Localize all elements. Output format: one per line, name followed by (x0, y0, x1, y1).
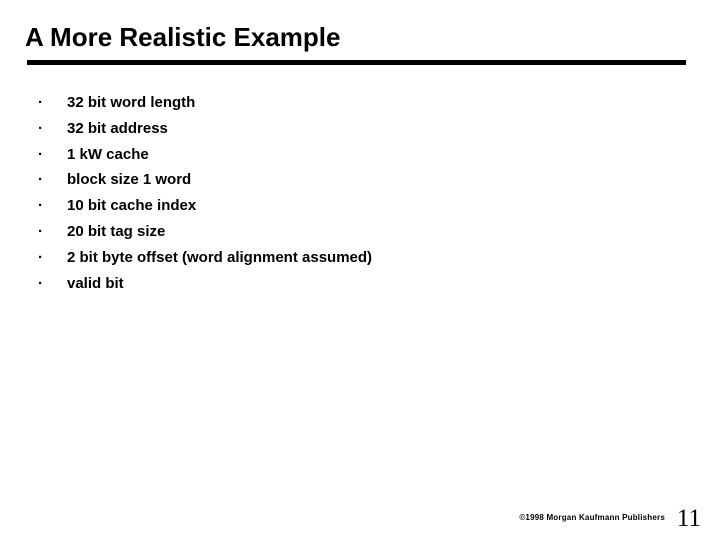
list-item: · valid bit (38, 274, 658, 300)
bullet-dot-icon: · (38, 222, 43, 240)
copyright-notice: ©1998 Morgan Kaufmann Publishers (519, 513, 665, 522)
list-item: · 1 kW cache (38, 145, 658, 171)
list-item-label: block size 1 word (67, 171, 192, 189)
bullet-dot-icon: · (38, 119, 43, 137)
slide-canvas: A More Realistic Example · 32 bit word l… (0, 0, 720, 540)
list-item: · 10 bit cache index (38, 196, 658, 222)
list-item: · 32 bit address (38, 119, 658, 145)
bullet-dot-icon: · (38, 274, 43, 292)
page-title: A More Realistic Example (25, 22, 341, 52)
list-item: · block size 1 word (38, 170, 658, 196)
slide-number: 11 (676, 505, 701, 532)
title-divider (27, 60, 686, 65)
list-item: · 2 bit byte offset (word alignment assu… (38, 248, 658, 274)
list-item: · 20 bit tag size (38, 222, 658, 248)
list-item-label: 32 bit address (67, 119, 168, 137)
list-item-label: 20 bit tag size (67, 222, 166, 240)
bullet-dot-icon: · (38, 145, 43, 163)
bullet-dot-icon: · (38, 171, 43, 189)
bullet-list: · 32 bit word length · 32 bit address · … (38, 93, 658, 299)
list-item-label: 10 bit cache index (67, 197, 197, 215)
bullet-dot-icon: · (38, 94, 43, 111)
slide-footer: ©1998 Morgan Kaufmann Publishers 11 (0, 500, 720, 540)
list-item: · 32 bit word length (38, 93, 658, 119)
bullet-dot-icon: · (38, 248, 43, 266)
list-item-label: valid bit (67, 274, 124, 292)
list-item-label: 2 bit byte offset (word alignment assume… (67, 248, 373, 266)
list-item-label: 1 kW cache (67, 145, 149, 163)
bullet-dot-icon: · (38, 197, 43, 215)
list-item-label: 32 bit word length (67, 94, 196, 111)
